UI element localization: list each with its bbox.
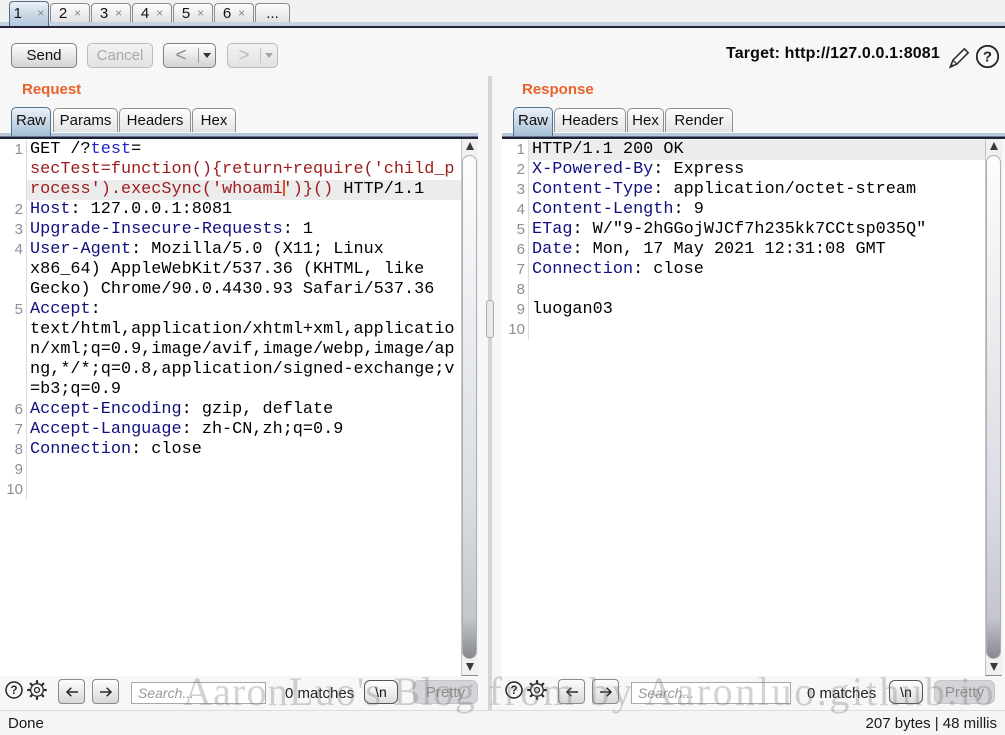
svg-text:?: ? bbox=[10, 685, 17, 697]
svg-text:?: ? bbox=[983, 49, 992, 66]
svg-text:?: ? bbox=[510, 685, 517, 697]
